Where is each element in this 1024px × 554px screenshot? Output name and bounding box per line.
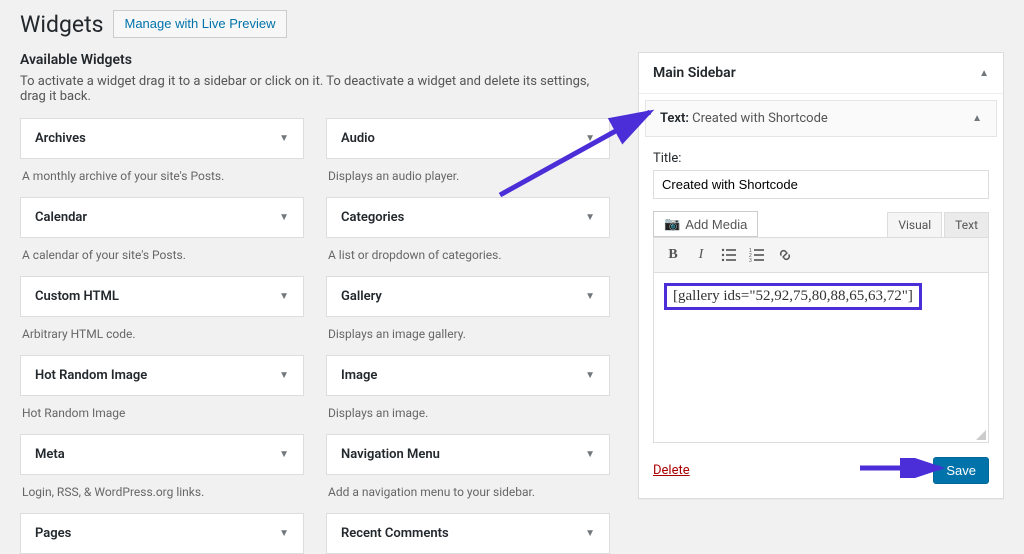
caret-down-icon: ▼ bbox=[279, 449, 289, 460]
caret-down-icon: ▼ bbox=[585, 291, 595, 302]
available-widgets-description: To activate a widget drag it to a sideba… bbox=[20, 74, 610, 104]
shortcode-text: [gallery ids="52,92,75,80,88,65,63,72"] bbox=[664, 283, 922, 310]
unordered-list-button[interactable] bbox=[716, 242, 742, 268]
widget-description: A calendar of your site's Posts. bbox=[20, 238, 304, 276]
available-widget-item[interactable]: Pages ▼ bbox=[20, 513, 304, 554]
caret-up-icon: ▲ bbox=[979, 68, 989, 79]
page-title: Widgets bbox=[20, 11, 103, 38]
widget-name: Archives bbox=[35, 131, 86, 146]
add-media-button[interactable]: 📷 Add Media bbox=[653, 211, 758, 237]
caret-down-icon: ▼ bbox=[279, 291, 289, 302]
caret-down-icon: ▼ bbox=[585, 212, 595, 223]
delete-link[interactable]: Delete bbox=[653, 463, 690, 478]
italic-button[interactable]: I bbox=[688, 242, 714, 268]
media-icon: 📷 bbox=[664, 216, 680, 232]
widget-name: Meta bbox=[35, 447, 65, 462]
widget-description: Login, RSS, & WordPress.org links. bbox=[20, 475, 304, 513]
svg-text:3: 3 bbox=[749, 258, 752, 263]
available-widget-item[interactable]: Audio ▼ bbox=[326, 118, 610, 159]
link-button[interactable] bbox=[772, 242, 798, 268]
caret-down-icon: ▼ bbox=[585, 449, 595, 460]
widget-name: Audio bbox=[341, 131, 375, 146]
caret-down-icon: ▼ bbox=[279, 528, 289, 539]
available-widget-item[interactable]: Meta ▼ bbox=[20, 434, 304, 475]
available-widgets-column: Available Widgets To activate a widget d… bbox=[20, 52, 610, 554]
available-widget-item[interactable]: Custom HTML ▼ bbox=[20, 276, 304, 317]
save-button[interactable]: Save bbox=[933, 457, 989, 484]
widget-description: A list or dropdown of categories. bbox=[326, 238, 610, 276]
available-widget-item[interactable]: Image ▼ bbox=[326, 355, 610, 396]
widget-name: Recent Comments bbox=[341, 526, 449, 541]
available-widgets-heading: Available Widgets bbox=[20, 52, 610, 68]
widget-form: Title: 📷 Add Media Visual Text B I bbox=[639, 143, 1003, 498]
widget-name: Categories bbox=[341, 210, 404, 225]
widget-name: Gallery bbox=[341, 289, 382, 304]
caret-down-icon: ▼ bbox=[279, 370, 289, 381]
live-preview-button[interactable]: Manage with Live Preview bbox=[113, 10, 286, 38]
widget-type-label: Text: bbox=[660, 111, 689, 126]
bold-button[interactable]: B bbox=[660, 242, 686, 268]
widget-description: A monthly archive of your site's Posts. bbox=[20, 159, 304, 197]
widget-item-header[interactable]: Text: Created with Shortcode ▲ bbox=[645, 100, 997, 137]
add-media-label: Add Media bbox=[685, 217, 747, 232]
available-widget-item[interactable]: Gallery ▼ bbox=[326, 276, 610, 317]
available-widget-item[interactable]: Navigation Menu ▼ bbox=[326, 434, 610, 475]
widget-description: Hot Random Image bbox=[20, 396, 304, 434]
available-widget-item[interactable]: Archives ▼ bbox=[20, 118, 304, 159]
widget-name: Custom HTML bbox=[35, 289, 119, 304]
sidebar-area-panel: Main Sidebar ▲ Text: Created with Shortc… bbox=[638, 52, 1004, 499]
widget-name: Hot Random Image bbox=[35, 368, 147, 383]
link-icon bbox=[777, 247, 793, 263]
widget-description: Add a navigation menu to your sidebar. bbox=[326, 475, 610, 513]
caret-down-icon: ▼ bbox=[585, 133, 595, 144]
ordered-list-button[interactable]: 123 bbox=[744, 242, 770, 268]
tab-text[interactable]: Text bbox=[944, 212, 989, 237]
caret-down-icon: ▼ bbox=[279, 133, 289, 144]
widget-description: Arbitrary HTML code. bbox=[20, 317, 304, 355]
resize-handle[interactable] bbox=[974, 428, 986, 440]
widget-name: Pages bbox=[35, 526, 71, 541]
available-widget-item[interactable]: Recent Comments ▼ bbox=[326, 513, 610, 554]
sidebar-area-header[interactable]: Main Sidebar ▲ bbox=[639, 53, 1003, 94]
caret-down-icon: ▼ bbox=[585, 528, 595, 539]
widget-name: Image bbox=[341, 368, 377, 383]
title-field-label: Title: bbox=[653, 151, 989, 166]
list-ol-icon: 123 bbox=[749, 247, 765, 263]
widget-description: Displays an image gallery. bbox=[326, 317, 610, 355]
sidebar-area-title: Main Sidebar bbox=[653, 65, 736, 81]
widget-name: Calendar bbox=[35, 210, 87, 225]
widget-description: Displays an image. bbox=[326, 396, 610, 434]
editor-toolbar: B I 123 bbox=[653, 237, 989, 273]
caret-up-icon: ▲ bbox=[972, 113, 982, 124]
editor-content[interactable]: [gallery ids="52,92,75,80,88,65,63,72"] bbox=[653, 273, 989, 443]
title-input[interactable] bbox=[653, 170, 989, 199]
tab-visual[interactable]: Visual bbox=[887, 212, 942, 237]
available-widget-item[interactable]: Categories ▼ bbox=[326, 197, 610, 238]
available-widget-item[interactable]: Hot Random Image ▼ bbox=[20, 355, 304, 396]
widget-instance-title: Created with Shortcode bbox=[692, 111, 828, 126]
caret-down-icon: ▼ bbox=[585, 370, 595, 381]
list-ul-icon bbox=[721, 247, 737, 263]
widget-name: Navigation Menu bbox=[341, 447, 440, 462]
widget-description: Displays an audio player. bbox=[326, 159, 610, 197]
caret-down-icon: ▼ bbox=[279, 212, 289, 223]
available-widget-item[interactable]: Calendar ▼ bbox=[20, 197, 304, 238]
